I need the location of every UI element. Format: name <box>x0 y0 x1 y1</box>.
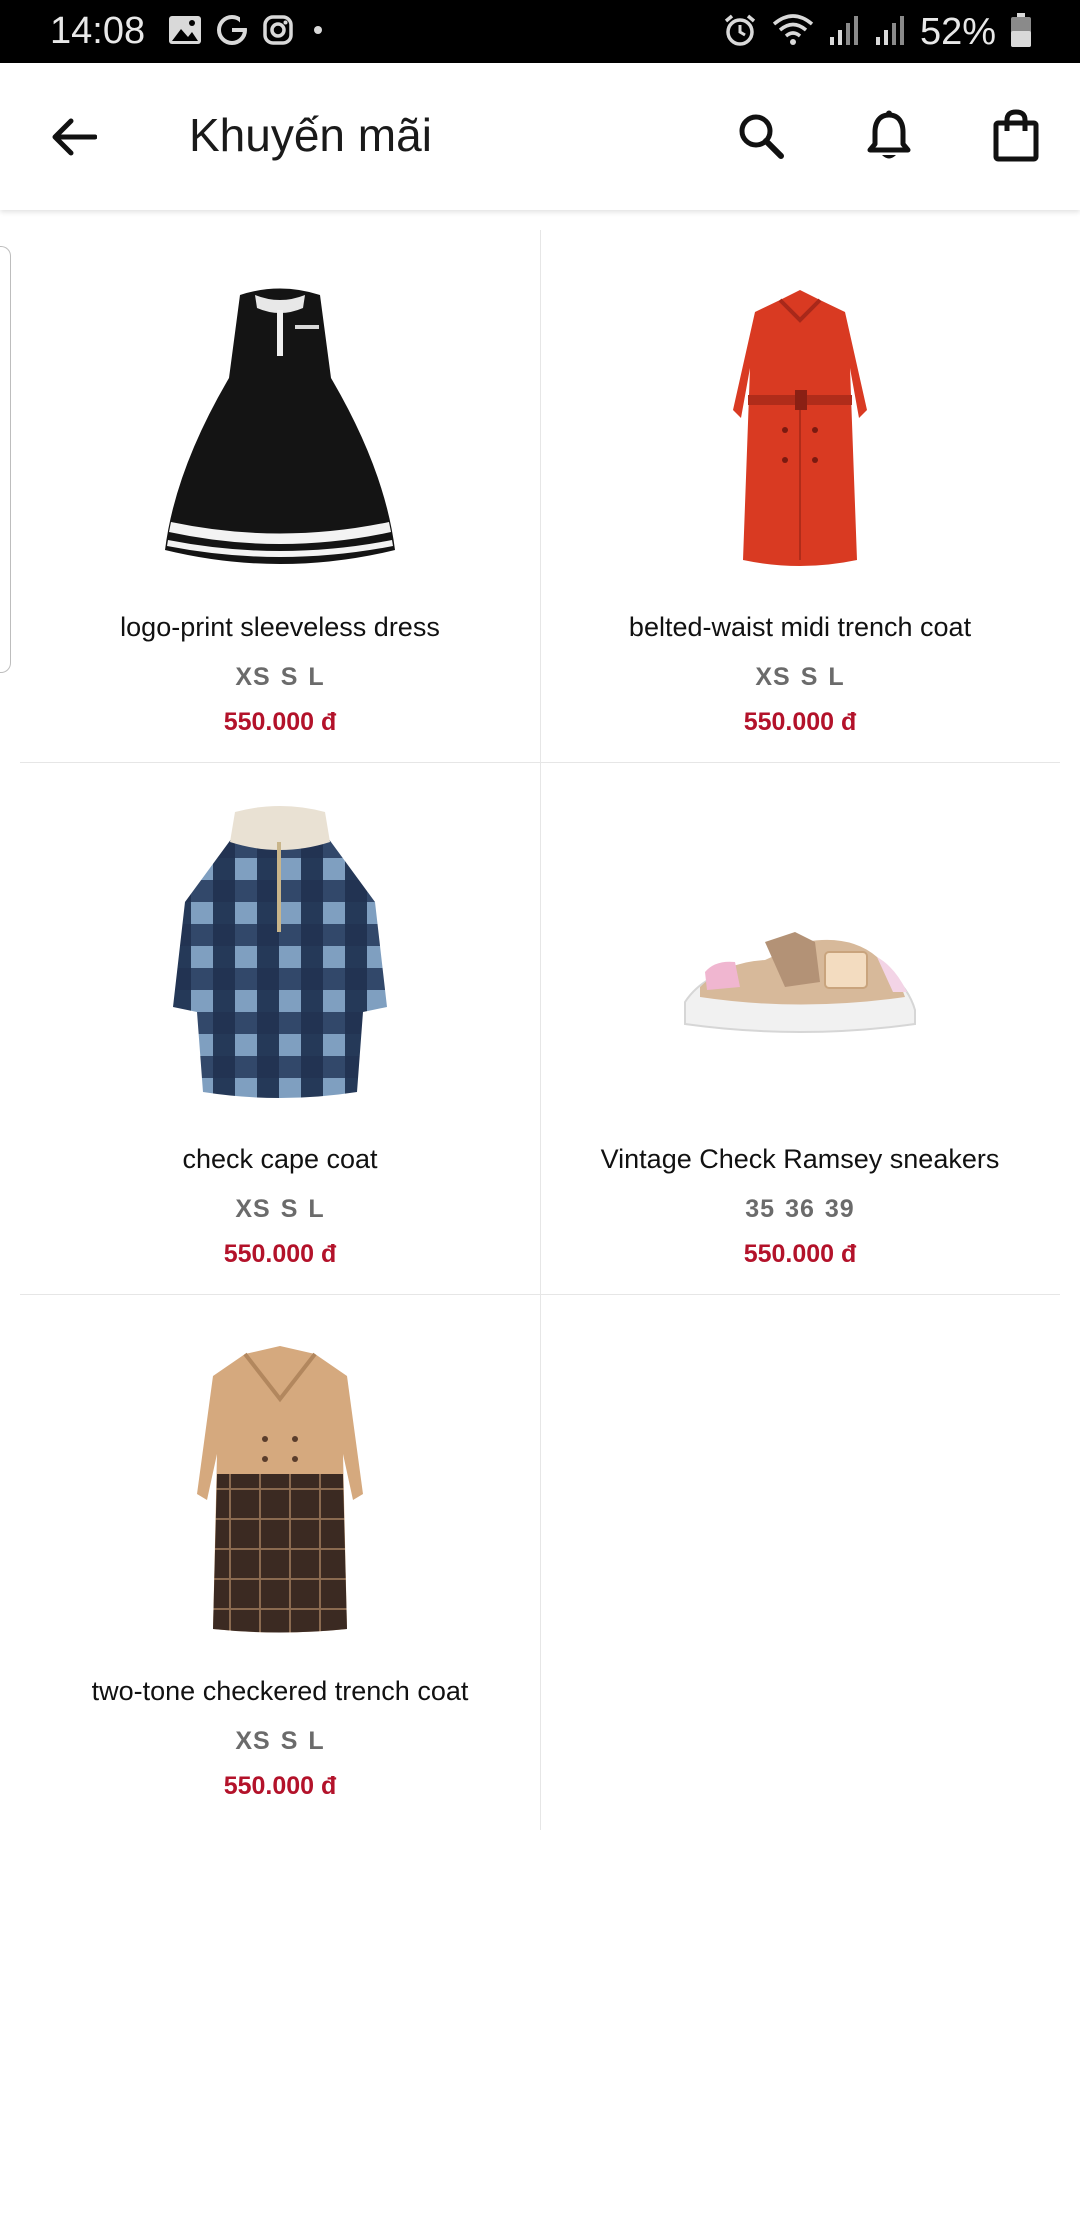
product-price: 550.000 đ <box>223 1772 337 1800</box>
size-option: L <box>308 1727 325 1755</box>
back-button[interactable] <box>44 108 102 166</box>
product-price: 550.000 đ <box>743 1240 857 1268</box>
product-image[interactable] <box>125 260 435 575</box>
product-name[interactable]: logo-print sleeveless dress <box>20 612 540 643</box>
size-option: XS <box>755 663 791 691</box>
gallery-icon <box>168 15 202 50</box>
status-time: 14:08 <box>50 10 146 52</box>
product-price: 550.000 đ <box>743 708 857 736</box>
size-option: 36 <box>785 1195 815 1223</box>
product-price: 550.000 đ <box>223 1240 337 1268</box>
product-name[interactable]: belted-waist midi trench coat <box>540 612 1060 643</box>
product-card[interactable]: belted-waist midi trench coat XS S L 550.0… <box>540 230 1060 760</box>
search-button[interactable] <box>731 106 791 166</box>
bell-icon <box>867 110 911 159</box>
two-tone-trench-image <box>197 1346 363 1633</box>
red-trench-coat-image <box>733 290 867 566</box>
shopping-bag-icon <box>993 109 1039 162</box>
status-bar: 14:08 52% <box>0 0 1080 63</box>
notification-icons <box>168 14 328 50</box>
search-icon <box>739 114 784 159</box>
black-dress-image <box>165 288 395 564</box>
side-drawer-handle[interactable] <box>0 246 11 673</box>
product-image[interactable] <box>125 792 435 1107</box>
product-card[interactable]: logo-print sleeveless dress XS S L 550.000… <box>20 230 540 760</box>
product-card[interactable]: check cape coat XS S L 550.000 đ <box>20 762 540 1292</box>
product-sizes: XS S L <box>20 1195 540 1224</box>
size-option: XS <box>235 1195 271 1223</box>
size-option: L <box>828 663 845 691</box>
size-option: 35 <box>745 1195 776 1223</box>
battery-percentage: 52% <box>919 10 996 53</box>
product-name[interactable]: Vintage Check Ramsey sneakers <box>540 1144 1060 1175</box>
product-card[interactable]: Vintage Check Ramsey sneakers 35 36 39 550… <box>540 762 1060 1292</box>
g-app-icon <box>216 14 248 51</box>
size-option: S <box>280 663 299 691</box>
cart-button[interactable] <box>986 106 1046 166</box>
signal-icon <box>828 13 860 52</box>
size-option: L <box>308 663 325 691</box>
product-sizes: 35 36 39 <box>540 1195 1060 1224</box>
arrow-left-icon <box>52 118 97 156</box>
system-icons: 52% <box>722 10 1032 54</box>
product-sizes: XS S L <box>540 663 1060 692</box>
size-option: XS <box>235 663 271 691</box>
size-option: S <box>280 1195 299 1223</box>
size-option: S <box>800 663 819 691</box>
notifications-button[interactable] <box>859 106 919 166</box>
battery-icon <box>1010 12 1032 53</box>
product-card[interactable]: two-tone checkered trench coat XS S L 550.… <box>20 1294 540 1824</box>
page-title: Khuyến mãi <box>189 109 432 161</box>
app-bar: Khuyến mãi <box>0 63 1080 210</box>
product-sizes: XS S L <box>20 1727 540 1756</box>
product-sizes: XS S L <box>20 663 540 692</box>
product-image[interactable] <box>645 792 955 1107</box>
size-option: XS <box>235 1727 271 1755</box>
wifi-icon <box>772 12 814 53</box>
alarm-icon <box>722 12 758 53</box>
product-name[interactable]: two-tone checkered trench coat <box>20 1676 540 1707</box>
plaid-cape-coat-image <box>173 806 387 1098</box>
size-option: 39 <box>824 1195 855 1223</box>
product-image[interactable] <box>645 260 955 575</box>
signal-icon <box>874 13 906 52</box>
instagram-icon <box>262 14 294 51</box>
product-image[interactable] <box>125 1324 435 1639</box>
size-option: S <box>280 1727 299 1755</box>
dot-icon <box>308 20 328 45</box>
check-sneaker-image <box>684 932 916 1033</box>
size-option: L <box>308 1195 325 1223</box>
product-name[interactable]: check cape coat <box>20 1144 540 1175</box>
product-price: 550.000 đ <box>223 708 337 736</box>
